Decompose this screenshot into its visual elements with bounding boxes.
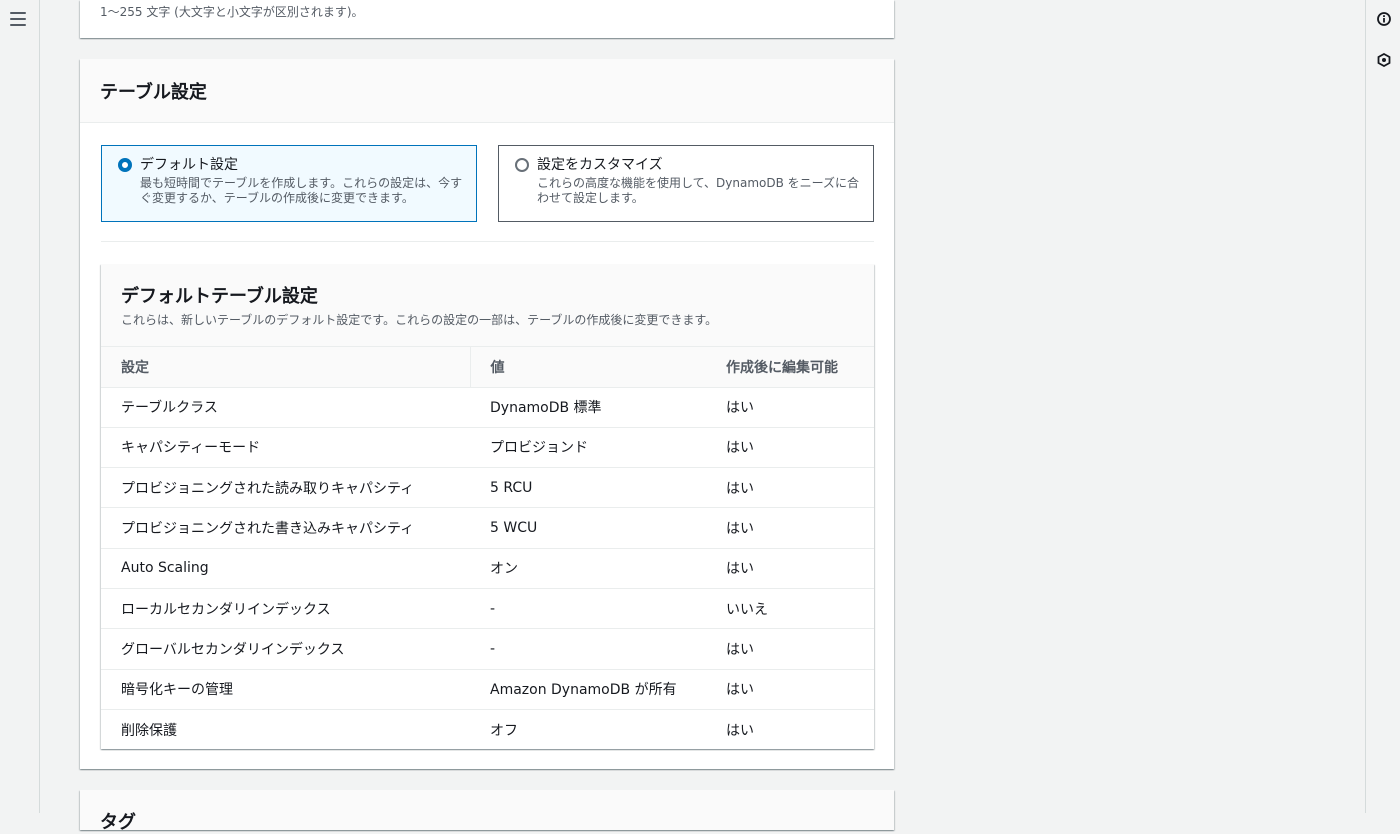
setting-name: キャパシティーモード <box>101 427 470 469</box>
setting-editable: はい <box>706 507 874 549</box>
feedback-icon[interactable] <box>1377 53 1391 67</box>
setting-name: ローカルセカンダリインデックス <box>101 588 470 630</box>
tags-card: タグ <box>80 790 894 833</box>
table-header-row: 設定 値 作成後に編集可能 <box>101 347 874 388</box>
table-row: ローカルセカンダリインデックス - いいえ <box>101 588 874 630</box>
setting-editable: はい <box>706 628 874 670</box>
tags-section-title: タグ <box>100 812 136 833</box>
setting-editable: はい <box>706 387 874 428</box>
customize-settings-radio[interactable] <box>515 158 529 172</box>
setting-value: Amazon DynamoDB が所有 <box>470 669 706 710</box>
setting-value: オン <box>470 548 706 589</box>
table-row: キャパシティーモード プロビジョンド はい <box>101 427 874 469</box>
table-row: グローバルセカンダリインデックス - はい <box>101 628 874 670</box>
setting-editable: はい <box>726 722 754 739</box>
default-settings-tile[interactable]: デフォルト設定 最も短時間でテーブルを作成します。これらの設定は、今すぐ変更する… <box>101 145 477 222</box>
setting-name: Auto Scaling <box>101 548 470 589</box>
table-row: Auto Scaling オン はい <box>101 548 874 589</box>
setting-value: DynamoDB 標準 <box>470 387 706 428</box>
name-constraint-hint: 1～255 文字 (大文字と小文字が区別されます)。 <box>100 5 364 19</box>
default-table-settings-panel: デフォルトテーブル設定 これらは、新しいテーブルのデフォルト設定です。これらの設… <box>101 264 874 749</box>
table-row: プロビジョニングされた書き込みキャパシティ 5 WCU はい <box>101 507 874 549</box>
table-row: テーブルクラス DynamoDB 標準 はい <box>101 387 874 428</box>
setting-editable: いいえ <box>706 588 874 630</box>
setting-name: グローバルセカンダリインデックス <box>101 628 470 670</box>
customize-settings-description: これらの高度な機能を使用して、DynamoDB をニーズに合わせて設定します。 <box>537 176 860 205</box>
column-header-editable: 作成後に編集可能 <box>706 347 874 388</box>
column-header-setting: 設定 <box>101 347 470 388</box>
default-settings-radio[interactable] <box>118 158 132 172</box>
right-tools-rail <box>1365 0 1400 813</box>
setting-value: オフ <box>490 722 518 739</box>
setting-value: - <box>470 588 706 630</box>
setting-name: 削除保護 <box>121 722 177 739</box>
hamburger-icon[interactable] <box>10 12 26 26</box>
left-navigation-rail <box>0 0 40 813</box>
setting-editable: はい <box>706 467 874 509</box>
default-settings-description: 最も短時間でテーブルを作成します。これらの設定は、今すぐ変更するか、テーブルの作… <box>140 176 463 205</box>
table-settings-title: テーブル設定 <box>80 59 894 123</box>
setting-editable: はい <box>706 548 874 589</box>
table-settings-card: テーブル設定 デフォルト設定 最も短時間でテーブルを作成します。これらの設定は、… <box>80 59 894 769</box>
setting-name: テーブルクラス <box>101 387 470 428</box>
setting-editable: はい <box>706 427 874 469</box>
setting-value: 5 RCU <box>470 467 706 509</box>
customize-settings-label: 設定をカスタマイズ <box>537 157 663 173</box>
customize-settings-tile[interactable]: 設定をカスタマイズ これらの高度な機能を使用して、DynamoDB をニーズに合… <box>498 145 874 222</box>
default-settings-table: 設定 値 作成後に編集可能 テーブルクラス DynamoDB 標準 はい キャパ… <box>101 347 874 750</box>
table-row: 削除保護 オフ はい <box>101 709 874 749</box>
default-table-header: デフォルトテーブル設定 これらは、新しいテーブルのデフォルト設定です。これらの設… <box>101 264 874 347</box>
setting-value: 5 WCU <box>470 507 706 549</box>
setting-value: - <box>470 628 706 670</box>
setting-name: プロビジョニングされた書き込みキャパシティ <box>101 507 470 549</box>
default-table-description: これらは、新しいテーブルのデフォルト設定です。これらの設定の一部は、テーブルの作… <box>121 313 718 327</box>
default-table-title: デフォルトテーブル設定 <box>121 286 318 307</box>
default-settings-label: デフォルト設定 <box>140 157 238 173</box>
table-name-card: 1～255 文字 (大文字と小文字が区別されます)。 <box>80 0 894 38</box>
settings-mode-tiles: デフォルト設定 最も短時間でテーブルを作成します。これらの設定は、今すぐ変更する… <box>101 145 874 222</box>
setting-value: プロビジョンド <box>470 427 706 469</box>
info-icon[interactable] <box>1377 12 1391 26</box>
setting-name: 暗号化キーの管理 <box>101 669 470 710</box>
table-row: プロビジョニングされた読み取りキャパシティ 5 RCU はい <box>101 467 874 509</box>
setting-name: プロビジョニングされた読み取りキャパシティ <box>101 467 470 509</box>
section-divider <box>101 241 874 242</box>
setting-editable: はい <box>706 669 874 710</box>
column-header-value: 値 <box>469 347 706 388</box>
table-row: 暗号化キーの管理 Amazon DynamoDB が所有 はい <box>101 669 874 710</box>
